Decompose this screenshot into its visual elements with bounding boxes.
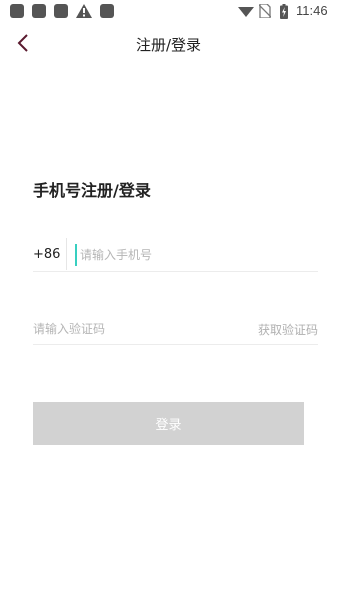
verification-code-input[interactable]	[33, 318, 233, 340]
page-title: 注册/登录	[135, 36, 202, 54]
login-screen: 11:46 注册/登录 手机号注册/登录 +86 获取验证码 登录	[0, 0, 337, 600]
phone-input[interactable]	[75, 244, 320, 266]
divider	[66, 238, 67, 270]
status-time: 11:46	[296, 3, 328, 18]
login-button[interactable]: 登录	[33, 402, 304, 445]
status-bar: 11:46	[0, 0, 337, 24]
notification-icon	[32, 4, 46, 18]
wifi-icon	[238, 7, 254, 17]
country-code-selector[interactable]: +86	[33, 247, 60, 262]
no-sim-icon	[259, 4, 271, 18]
notification-icon	[100, 4, 114, 18]
get-code-button[interactable]: 获取验证码	[258, 321, 318, 338]
form-heading: 手机号注册/登录	[33, 181, 151, 200]
notification-icon	[54, 4, 68, 18]
phone-row: +86	[33, 238, 320, 272]
battery-charging-icon	[280, 4, 288, 19]
notification-icon	[10, 4, 24, 18]
verification-row: 获取验证码	[33, 313, 318, 345]
warning-icon	[76, 4, 92, 18]
